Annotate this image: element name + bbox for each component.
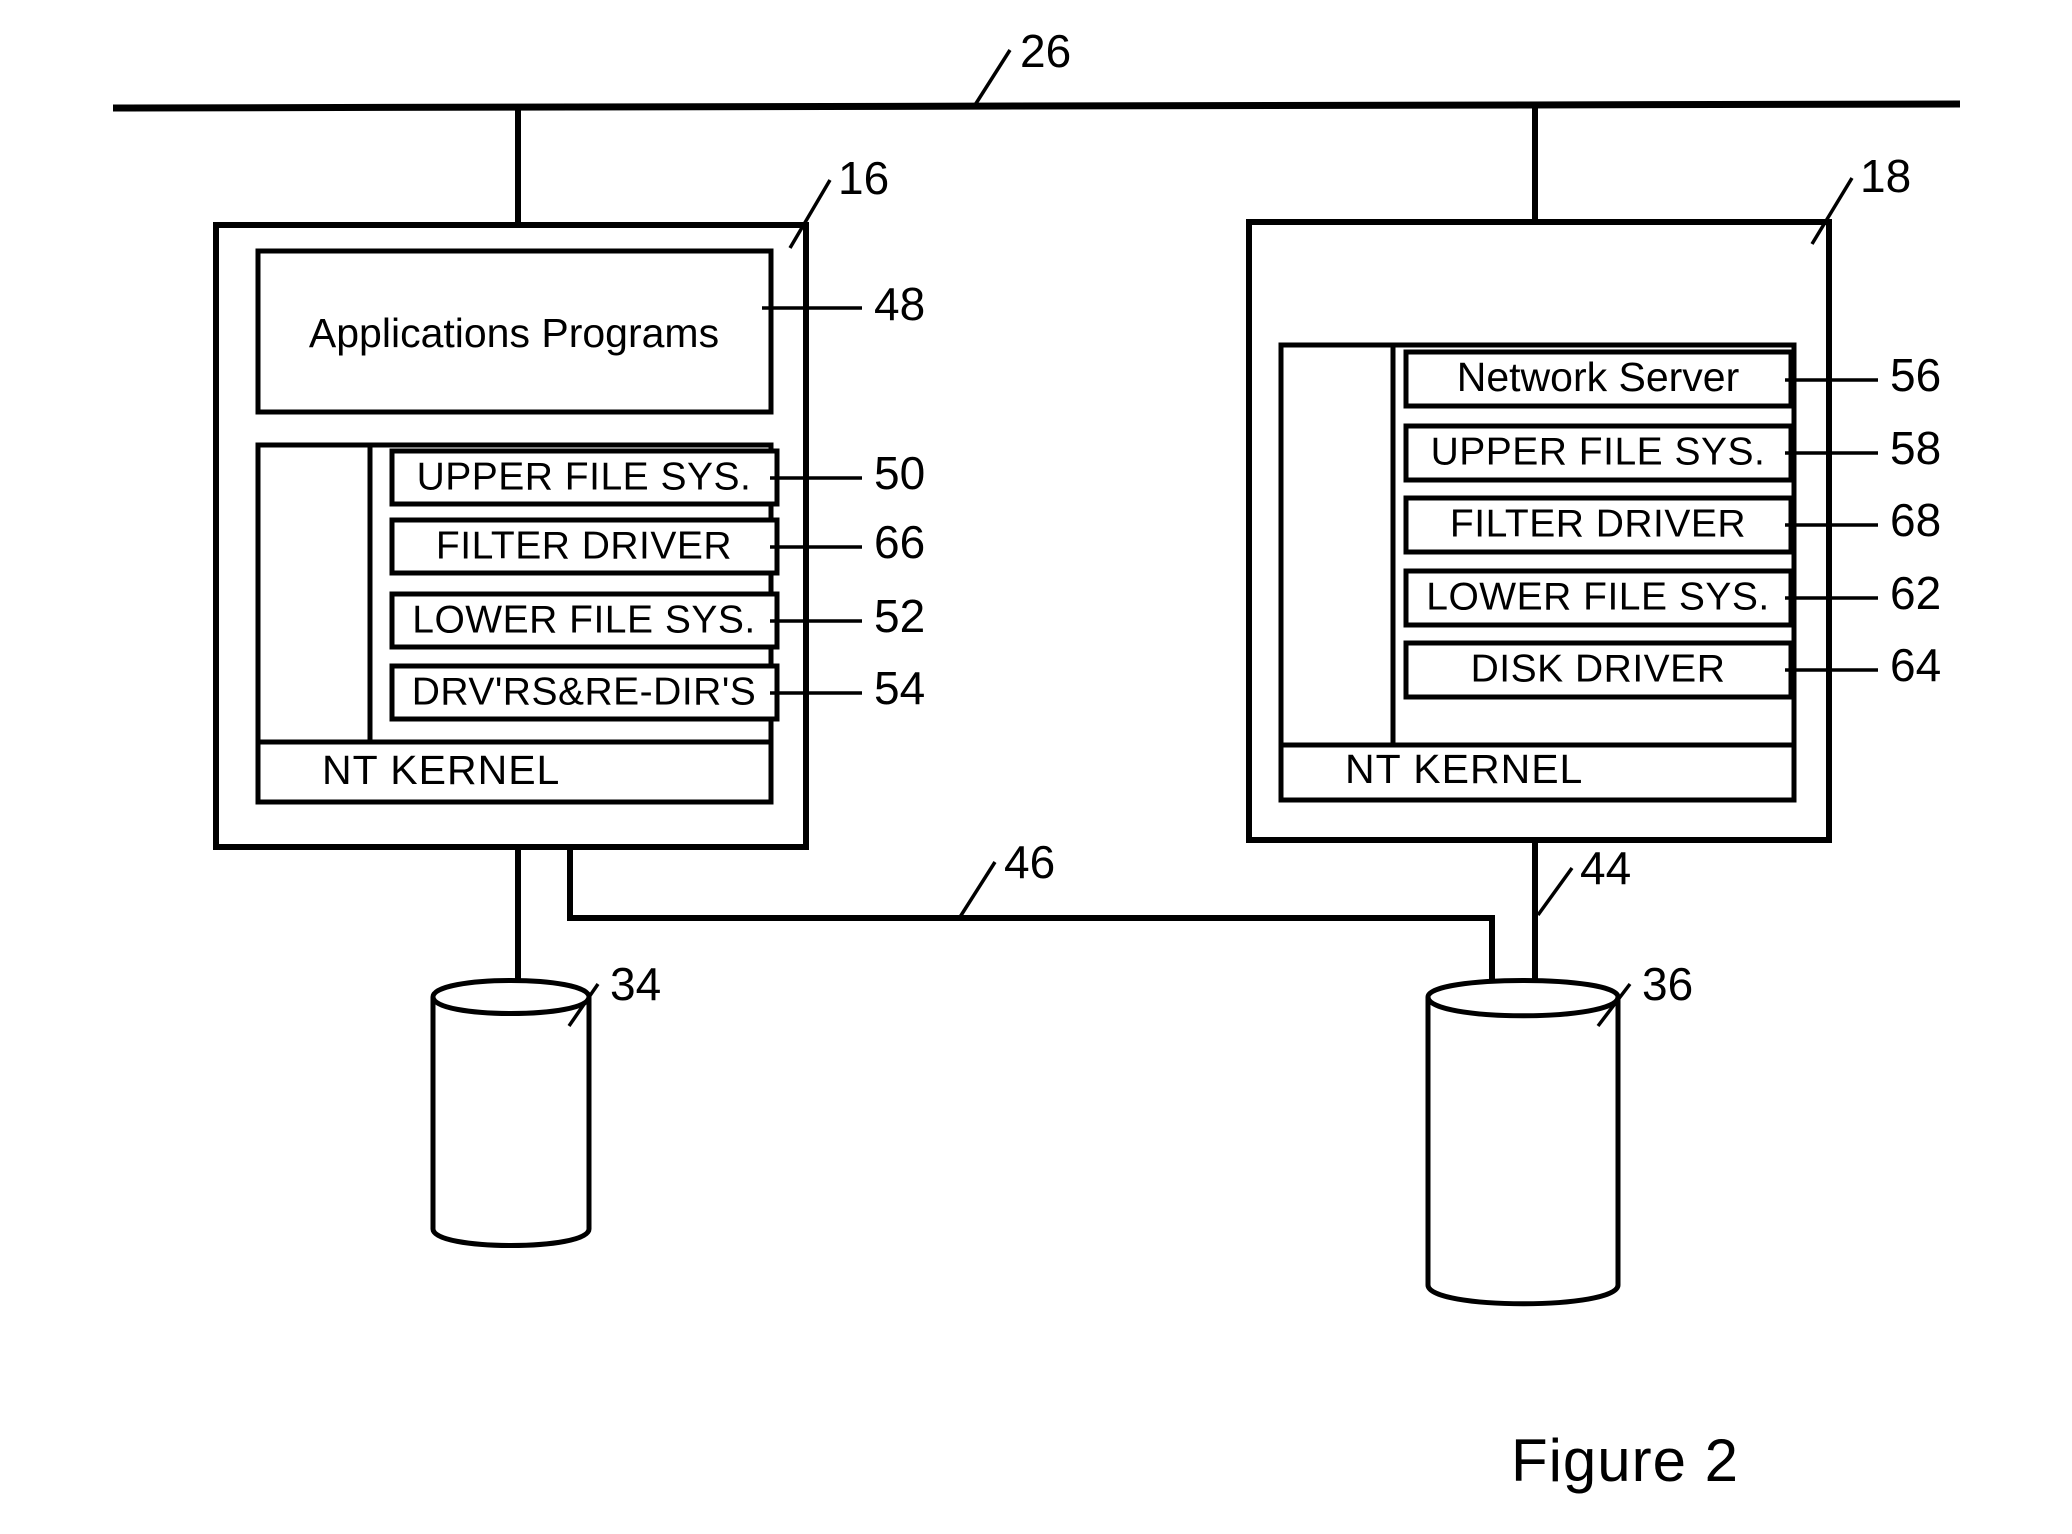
right-node-group: 18 Network Server 56 UPPER FILE SYS. 58 … — [1246, 150, 1941, 843]
left-stack-label-2: LOWER FILE SYS. — [412, 598, 755, 641]
ref-number-right-stack-0: 56 — [1890, 349, 1941, 401]
ref-number-network-bus: 26 — [1020, 25, 1071, 77]
right-stack-label-4: DISK DRIVER — [1471, 647, 1726, 690]
diagram-canvas: 26 16 Applications Programs 48 UPPER FIL… — [112, 25, 1961, 1494]
right-stack-label-1: UPPER FILE SYS. — [1431, 430, 1766, 473]
right-stack-label-0: Network Server — [1457, 354, 1740, 400]
right-storage-cylinder: 36 — [1425, 958, 1693, 1307]
network-bus-line — [112, 100, 1961, 112]
right-disk-link-leader — [1536, 866, 1574, 917]
left-nt-kernel-label: NT KERNEL — [322, 747, 560, 793]
ref-number-left-stack-3: 54 — [874, 662, 925, 714]
ref-number-right-node: 18 — [1860, 150, 1911, 202]
ref-number-right-stack-4: 64 — [1890, 639, 1941, 691]
ref-number-cross-link: 46 — [1004, 836, 1055, 888]
bus-leader-line — [973, 49, 1012, 106]
left-stack-label-3: DRV'RS&RE-DIR'S — [412, 670, 757, 713]
right-stack-label-3: LOWER FILE SYS. — [1426, 575, 1769, 618]
patent-figure-2: 26 16 Applications Programs 48 UPPER FIL… — [0, 0, 2072, 1534]
left-node-leader — [788, 179, 832, 249]
figure-caption: Figure 2 — [1511, 1427, 1739, 1494]
left-applications-programs-label: Applications Programs — [309, 310, 719, 356]
right-cylinder-body — [1425, 978, 1621, 1307]
left-storage-cylinder: 34 — [430, 958, 661, 1248]
left-stack-label-0: UPPER FILE SYS. — [417, 455, 752, 498]
ref-number-left-stack-1: 66 — [874, 516, 925, 568]
ref-number-right-stack-1: 58 — [1890, 422, 1941, 474]
right-stack-label-2: FILTER DRIVER — [1450, 502, 1746, 545]
ref-number-left-storage: 34 — [610, 958, 661, 1010]
right-nt-kernel-label: NT KERNEL — [1345, 746, 1583, 792]
network-bus-group: 26 — [112, 25, 1961, 112]
ref-number-right-disk-link: 44 — [1580, 842, 1631, 894]
ref-number-right-stack-3: 62 — [1890, 567, 1941, 619]
ref-number-left-stack-0: 50 — [874, 447, 925, 499]
left-stack-label-1: FILTER DRIVER — [436, 524, 732, 567]
ref-number-right-storage: 36 — [1642, 958, 1693, 1010]
ref-number-left-node: 16 — [838, 152, 889, 204]
ref-number-right-stack-2: 68 — [1890, 494, 1941, 546]
left-cylinder-body — [430, 978, 592, 1248]
ref-number-applications-programs: 48 — [874, 278, 925, 330]
cross-link-leader — [958, 861, 997, 918]
left-node-group: 16 Applications Programs 48 UPPER FILE S… — [213, 152, 925, 850]
ref-number-left-stack-2: 52 — [874, 590, 925, 642]
